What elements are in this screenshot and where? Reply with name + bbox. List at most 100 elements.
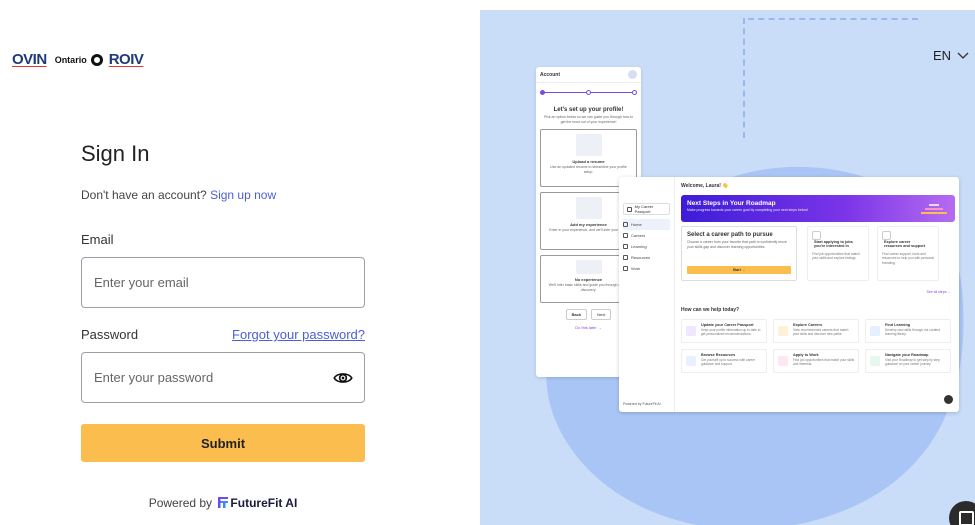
- tile-career-passport: Update your Career Passport Keep your pr…: [681, 319, 767, 343]
- email-input[interactable]: [81, 257, 365, 308]
- step-title: Explore career resources and support: [884, 240, 926, 248]
- ontario-logo-text: Ontario: [54, 54, 87, 65]
- tile-find-learning: Find Learning Develop new skills through…: [865, 319, 951, 343]
- account-preview-header: Account: [536, 67, 641, 83]
- resources-icon: [623, 255, 628, 260]
- learning-tile-icon: [870, 326, 880, 336]
- work-tile-icon: [778, 356, 788, 366]
- nav-work: Work: [623, 263, 670, 274]
- ovin-logo: OVIN: [12, 51, 47, 68]
- tile-desc: Find job opportunities that match your s…: [793, 358, 855, 367]
- career-card-desc: Choose a career from your favorite that …: [687, 240, 787, 249]
- career-path-card: Select a career path to pursue Choose a …: [681, 226, 797, 281]
- next-button-preview: Next: [591, 309, 612, 321]
- option-title: Upload a resume: [572, 159, 605, 165]
- signin-panel: OVIN Ontario ROIV Sign In Don't have an …: [0, 0, 480, 525]
- tile-title: Update your Career Passport: [701, 323, 754, 327]
- tile-desc: Develop new skills through our curated l…: [885, 328, 940, 337]
- start-button-preview: Start →: [687, 266, 791, 274]
- tile-navigate-roadmap: Navigate your Roadmap Visit your Roadmap…: [865, 349, 951, 373]
- signup-prompt: Don't have an account? Sign up now: [81, 188, 276, 202]
- careers-icon: [623, 233, 628, 238]
- step-desc: Find career support, tools and resources…: [882, 252, 934, 265]
- preview-panel: EN Account Let's set up your profile! Pi…: [480, 10, 975, 525]
- powered-by: Powered by FutureFit AI: [81, 496, 365, 510]
- signup-prompt-text: Don't have an account?: [81, 188, 207, 202]
- nav-label: Work: [631, 266, 641, 271]
- tile-browse-resources: Browse Resources Get yourself up to succ…: [681, 349, 767, 373]
- page-title: Sign In: [81, 141, 150, 166]
- tile-title: Explore Careers: [793, 323, 823, 327]
- resources-card-icon: [882, 231, 891, 240]
- setup-subtitle: Pick an option below so we can guide you…: [543, 115, 634, 124]
- tile-desc: View recommended careers that match your…: [793, 328, 849, 337]
- resources-tile-icon: [686, 356, 696, 366]
- signup-link[interactable]: Sign up now: [210, 188, 276, 202]
- see-all-steps-link: See all steps →: [926, 290, 951, 294]
- passport-tile-icon: [686, 326, 696, 336]
- career-passport-label: My Career Passport: [634, 204, 654, 214]
- learning-icon: [623, 244, 628, 249]
- welcome-heading: Welcome, Laura! 👋: [681, 183, 729, 189]
- tile-desc: Keep your profile information up to date…: [701, 328, 761, 337]
- next-step-cards: Select a career path to pursue Choose a …: [681, 226, 955, 281]
- nav-label: Learning: [631, 244, 647, 249]
- tile-desc: Visit your Roadmap to get step by step g…: [885, 358, 940, 367]
- step-card-resources: Explore career resources and support Fin…: [877, 226, 939, 281]
- submit-button[interactable]: Submit: [81, 424, 365, 462]
- dashboard-powered-by: Powered by FutureFit AI: [623, 402, 661, 406]
- show-password-eye-icon[interactable]: [333, 368, 353, 388]
- decorative-dashed-line-vertical: [743, 18, 745, 138]
- nav-careers: Careers: [623, 230, 670, 241]
- experience-illustration-icon: [575, 197, 602, 220]
- chevron-down-icon: [957, 52, 969, 59]
- forgot-password-link[interactable]: Forgot your password?: [232, 327, 365, 342]
- powered-by-text: Powered by: [148, 496, 213, 510]
- option-desc: Use an updated resume to streamline your…: [550, 165, 627, 174]
- dashboard-chat-icon: [944, 395, 953, 404]
- tile-apply-work: Apply to Work Find job opportunities tha…: [773, 349, 859, 373]
- nav-home: Home: [623, 219, 670, 230]
- tile-title: Browse Resources: [701, 353, 736, 357]
- dashboard-main: Welcome, Laura! 👋 Next Steps in Your Roa…: [681, 177, 955, 412]
- roadmap-tile-icon: [870, 356, 880, 366]
- ontario-trillium-icon: [90, 53, 103, 66]
- nav-learning: Learning: [623, 241, 670, 252]
- nav-label: Home: [631, 222, 642, 227]
- tile-title: Find Learning: [885, 323, 911, 327]
- step-card-apply-jobs: Start applying to jobs you're interested…: [807, 226, 869, 281]
- setup-title: Let's set up your profile!: [553, 107, 624, 113]
- careers-tile-icon: [778, 326, 788, 336]
- language-selector[interactable]: EN: [933, 48, 969, 63]
- help-heading: How can we help today?: [681, 307, 740, 313]
- language-value: EN: [932, 48, 951, 63]
- futurefit-logo-icon: [218, 497, 229, 508]
- hero-title: Next Steps in Your Roadmap: [687, 200, 776, 207]
- step-title: Start applying to jobs you're interested…: [814, 240, 853, 248]
- back-button-preview: Back: [565, 309, 588, 321]
- career-passport-link: My Career Passport: [623, 203, 670, 215]
- dashboard-sidebar: My Career Passport Home Careers Learning…: [619, 177, 675, 412]
- roadmap-illustration-icon: [921, 204, 947, 214]
- password-label: Password: [81, 327, 139, 342]
- no-experience-illustration-icon: [575, 260, 602, 275]
- nav-label: Resources: [631, 255, 651, 260]
- jobs-icon: [812, 231, 821, 240]
- email-label: Email: [81, 232, 114, 247]
- account-preview-title: Account: [540, 71, 560, 78]
- password-input[interactable]: [81, 352, 365, 403]
- tile-desc: Get yourself up to success with career g…: [701, 358, 756, 367]
- tile-explore-careers: Explore Careers View recommended careers…: [773, 319, 859, 343]
- hero-subtitle: Make progress towards your career goal b…: [687, 208, 809, 212]
- step-desc: Find job opportunities that match your s…: [812, 252, 860, 261]
- signin-page: OVIN Ontario ROIV Sign In Don't have an …: [0, 0, 975, 525]
- passport-icon: [627, 206, 632, 212]
- tile-title: Navigate your Roadmap: [885, 353, 929, 357]
- work-icon: [623, 266, 628, 271]
- dashboard-preview: My Career Passport Home Careers Learning…: [619, 177, 959, 412]
- progress-stepper: [540, 89, 637, 103]
- nav-resources: Resources: [623, 252, 670, 263]
- futurefit-brand: FutureFit AI: [230, 496, 298, 510]
- career-card-title: Select a career path to pursue: [687, 232, 773, 238]
- home-icon: [623, 222, 628, 227]
